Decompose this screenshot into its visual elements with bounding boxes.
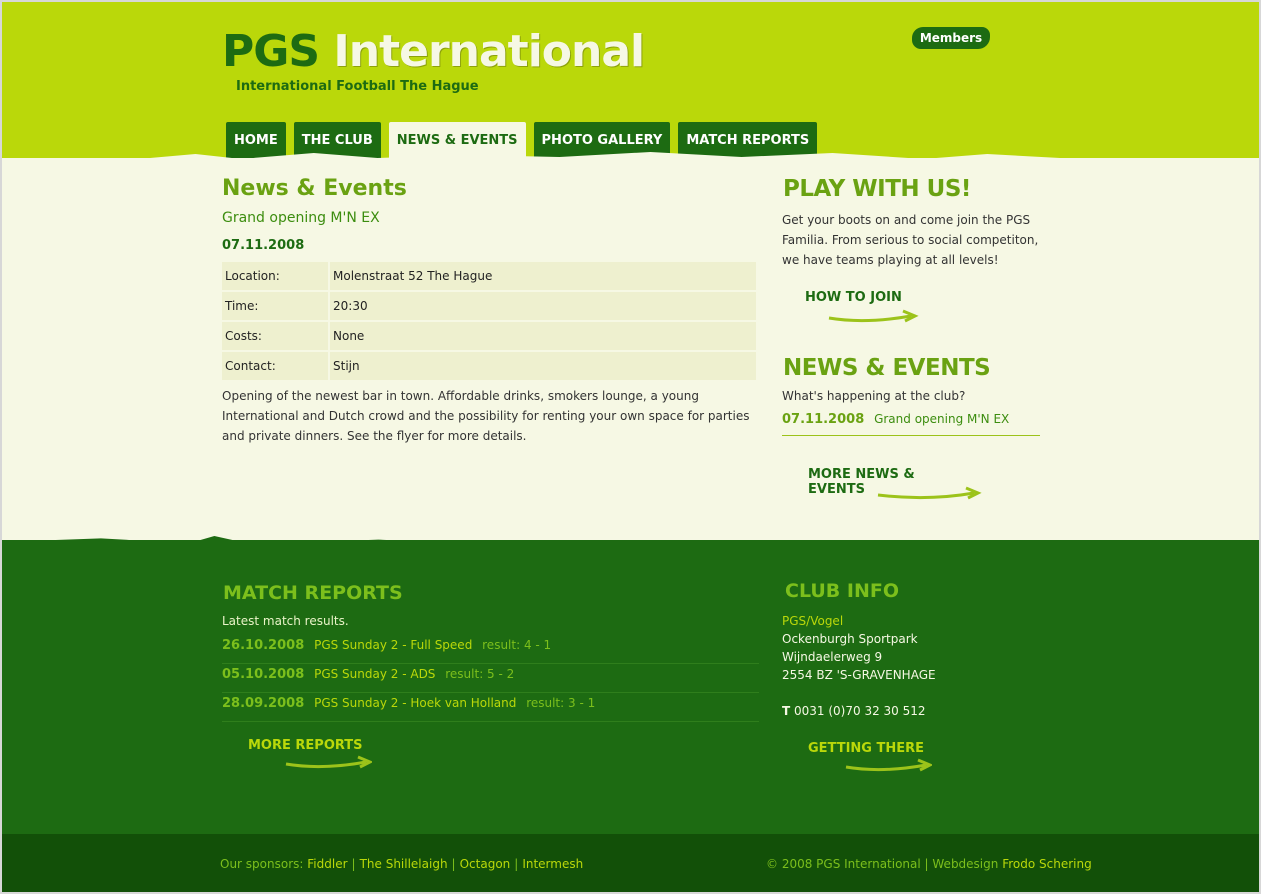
arrow-icon bbox=[845, 758, 932, 772]
detail-label: Contact: bbox=[222, 352, 328, 380]
event-date: 07.11.2008 bbox=[222, 238, 305, 253]
club-info-heading: CLUB INFO bbox=[785, 580, 899, 602]
table-row: Time: 20:30 bbox=[222, 292, 756, 320]
tab-home[interactable]: HOME bbox=[224, 120, 288, 158]
designer-link[interactable]: Frodo Schering bbox=[1002, 857, 1092, 871]
match-row: 26.10.2008 PGS Sunday 2 - Full Speed res… bbox=[222, 636, 759, 664]
match-result: result: 5 - 2 bbox=[445, 667, 515, 681]
separator: | bbox=[351, 857, 356, 871]
arrow-icon bbox=[285, 755, 372, 769]
copyright-text: © 2008 PGS International | Webdesign bbox=[766, 857, 999, 871]
sponsors-list: Our sponsors: Fiddler | The Shillelaigh | Oc… bbox=[220, 857, 583, 871]
match-date: 26.10.2008 bbox=[222, 638, 305, 653]
club-address-line: 2554 BZ 'S-GRAVENHAGE bbox=[782, 668, 936, 682]
sponsor-link[interactable]: The Shillelaigh bbox=[360, 857, 448, 871]
club-name-link[interactable]: PGS/Vogel bbox=[782, 614, 843, 628]
detail-label: Costs: bbox=[222, 322, 328, 350]
match-date: 28.09.2008 bbox=[222, 696, 305, 711]
sponsor-link[interactable]: Fiddler bbox=[307, 857, 347, 871]
news-events-heading: NEWS & EVENTS bbox=[783, 355, 991, 381]
more-news-link[interactable]: MORE NEWS & EVENTS bbox=[808, 467, 982, 503]
detail-value: None bbox=[330, 322, 756, 350]
detail-value: Stijn bbox=[330, 352, 756, 380]
detail-value: 20:30 bbox=[330, 292, 756, 320]
match-link[interactable]: PGS Sunday 2 - ADS bbox=[314, 667, 435, 681]
event-title: Grand opening M'N EX bbox=[222, 210, 380, 226]
play-with-us-heading: PLAY WITH US! bbox=[783, 176, 971, 202]
more-reports-link[interactable]: MORE REPORTS bbox=[248, 738, 378, 772]
tab-the-club[interactable]: THE CLUB bbox=[291, 120, 383, 158]
sponsor-link[interactable]: Intermesh bbox=[522, 857, 583, 871]
getting-there-link[interactable]: GETTING THERE bbox=[808, 741, 938, 775]
table-row: Costs: None bbox=[222, 322, 756, 350]
play-with-us-text: Get your boots on and come join the PGS … bbox=[782, 213, 1039, 267]
detail-label: Time: bbox=[222, 292, 328, 320]
arrow-icon bbox=[828, 309, 919, 323]
main-nav: HOME THE CLUB NEWS & EVENTS PHOTO GALLER… bbox=[224, 118, 820, 158]
club-address-line: Ockenburgh Sportpark bbox=[782, 632, 918, 646]
separator: | bbox=[451, 857, 456, 871]
sponsors-label: Our sponsors: bbox=[220, 857, 304, 871]
copyright: © 2008 PGS International | Webdesign Fro… bbox=[766, 857, 1092, 871]
match-row: 28.09.2008 PGS Sunday 2 - Hoek van Holla… bbox=[222, 694, 759, 722]
match-reports-heading: MATCH REPORTS bbox=[223, 582, 403, 604]
tab-news-events[interactable]: NEWS & EVENTS bbox=[386, 120, 528, 158]
table-row: Location: Molenstraat 52 The Hague bbox=[222, 262, 756, 290]
match-result: result: 4 - 1 bbox=[482, 638, 552, 652]
match-row: 05.10.2008 PGS Sunday 2 - ADS result: 5 … bbox=[222, 665, 759, 693]
sponsor-link[interactable]: Octagon bbox=[460, 857, 511, 871]
detail-value: Molenstraat 52 The Hague bbox=[330, 262, 756, 290]
event-details-table: Location: Molenstraat 52 The Hague Time:… bbox=[220, 260, 758, 382]
match-date: 05.10.2008 bbox=[222, 667, 305, 682]
tab-match-reports[interactable]: MATCH REPORTS bbox=[676, 120, 820, 158]
detail-label: Location: bbox=[222, 262, 328, 290]
match-reports-subtitle: Latest match results. bbox=[222, 614, 349, 628]
match-result: result: 3 - 1 bbox=[526, 696, 596, 710]
logo-international: International bbox=[333, 26, 645, 77]
news-item-date: 07.11.2008 bbox=[782, 412, 865, 427]
how-to-join-label: HOW TO JOIN bbox=[805, 290, 902, 305]
phone-number: 0031 (0)70 32 30 512 bbox=[794, 704, 926, 718]
match-link[interactable]: PGS Sunday 2 - Hoek van Holland bbox=[314, 696, 516, 710]
news-item-link[interactable]: Grand opening M'N EX bbox=[874, 412, 1009, 426]
members-button[interactable]: Members bbox=[912, 27, 990, 49]
table-row: Contact: Stijn bbox=[222, 352, 756, 380]
news-item: 07.11.2008 Grand opening M'N EX bbox=[782, 412, 1040, 436]
page-title: News & Events bbox=[222, 176, 407, 201]
logo-pgs: PGS bbox=[222, 26, 320, 77]
match-link[interactable]: PGS Sunday 2 - Full Speed bbox=[314, 638, 472, 652]
separator: | bbox=[514, 857, 519, 871]
header: PGS International International Football… bbox=[0, 0, 1261, 158]
club-address-line: Wijndaelerweg 9 bbox=[782, 650, 883, 664]
arrow-icon bbox=[877, 486, 982, 500]
event-description: Opening of the newest bar in town. Affor… bbox=[222, 389, 750, 443]
site-logo[interactable]: PGS International bbox=[222, 26, 645, 77]
news-events-subtitle: What's happening at the club? bbox=[782, 389, 966, 403]
site-tagline: International Football The Hague bbox=[236, 79, 479, 94]
how-to-join-link[interactable]: HOW TO JOIN bbox=[805, 290, 925, 326]
club-phone: T 0031 (0)70 32 30 512 bbox=[782, 704, 926, 718]
phone-label: T bbox=[782, 704, 791, 718]
